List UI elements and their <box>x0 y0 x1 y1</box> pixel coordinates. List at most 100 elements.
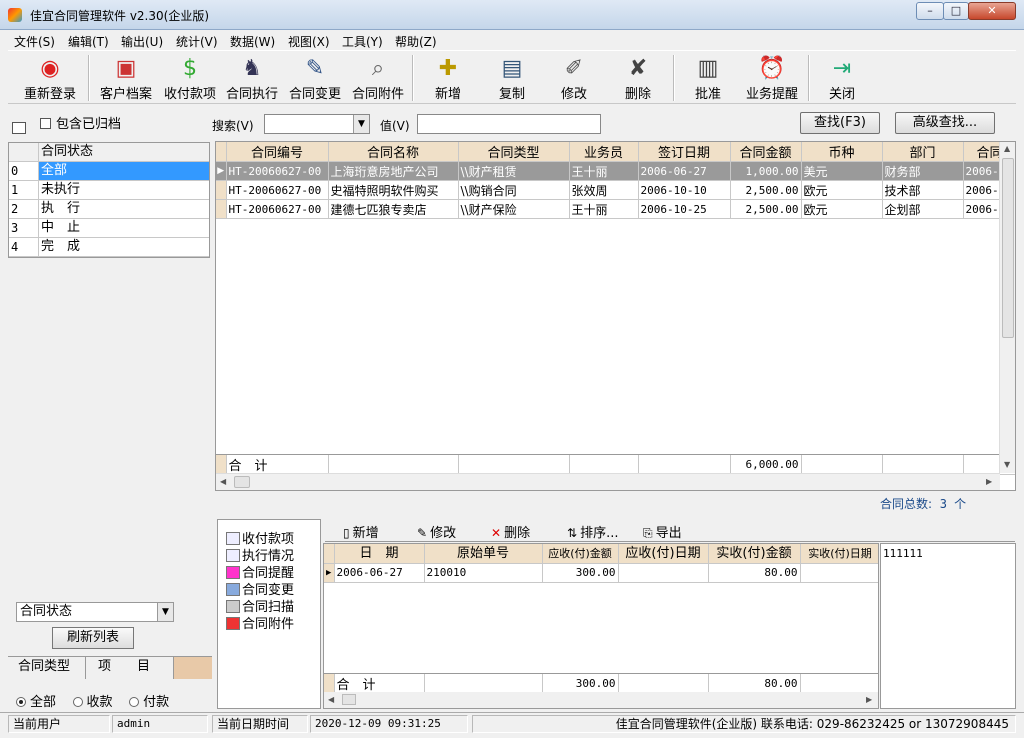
delete-button[interactable]: ✘ 删除 <box>610 51 666 105</box>
detail-sort-button[interactable]: ⇅ 排序... <box>567 522 618 541</box>
menu-stats[interactable]: 统计(V) <box>176 33 218 50</box>
column-header[interactable]: 原始单号 <box>424 544 543 564</box>
column-header[interactable]: 合同名称 <box>328 142 459 162</box>
table-row[interactable]: HT-20060627-00 建德七匹狼专卖店 \\财产保险 王十丽 2006-… <box>216 199 1015 219</box>
status-row[interactable]: 2 执 行 <box>9 200 209 219</box>
column-header[interactable]: 业务员 <box>569 142 639 162</box>
delete-icon: ✘ <box>628 56 648 81</box>
export-icon: ⎘ <box>643 526 653 540</box>
detail-toolbar: ▯ 新增 ✎ 修改 ✕ 删除 ⇅ 排序... ⎘ 导出 <box>325 518 1015 542</box>
detail-edit-button[interactable]: ✎ 修改 <box>417 522 456 541</box>
detail-delete-button[interactable]: ✕ 删除 <box>491 522 530 541</box>
menu-view[interactable]: 视图(X) <box>288 33 330 50</box>
column-header[interactable]: 应收(付)日期 <box>618 544 709 564</box>
column-header[interactable]: 合同类型 <box>458 142 570 162</box>
column-header[interactable]: 应收(付)金额 <box>542 544 619 564</box>
change-button[interactable]: ✎ 合同变更 <box>284 51 346 105</box>
total-due: 300.00 <box>542 674 619 694</box>
scroll-thumb[interactable] <box>342 694 356 705</box>
copy-button[interactable]: ▤ 复制 <box>484 51 540 105</box>
status-row[interactable]: 4 完 成 <box>9 238 209 257</box>
status-bar: 当前用户 admin 当前日期时间 2020-12-09 09:31:25 佳宜… <box>0 712 1024 738</box>
menu-output[interactable]: 输出(U) <box>121 33 163 50</box>
table-row[interactable]: ▶ HT-20060627-00 上海珩意房地产公司 \\财产租赁 王十丽 20… <box>216 161 1015 181</box>
copy-icon: ▤ <box>501 56 523 81</box>
edit-button[interactable]: ✐ 修改 <box>546 51 602 105</box>
scroll-right-icon[interactable]: ▶ <box>986 477 992 486</box>
menu-edit[interactable]: 编辑(T) <box>68 33 109 50</box>
find-button[interactable]: 查找(F3) <box>800 112 880 134</box>
detail-export-button[interactable]: ⎘ 导出 <box>643 522 682 541</box>
attachment-button[interactable]: ⌕ 合同附件 <box>348 51 408 105</box>
grid-settings-icon[interactable] <box>12 122 26 134</box>
row-pointer-icon: ▶ <box>216 161 227 181</box>
close-button[interactable]: ✕ <box>968 2 1016 20</box>
column-header[interactable]: 日 期 <box>334 544 425 564</box>
attachment-icon: ⌕ <box>371 56 385 81</box>
status-row[interactable]: 1 未执行 <box>9 181 209 200</box>
chevron-down-icon[interactable]: ▼ <box>353 115 369 133</box>
status-combo[interactable]: 合同状态 ▼ <box>16 602 174 622</box>
contract-count: 合同总数: 3 个 <box>880 497 967 511</box>
nav-attachment[interactable]: 合同附件 <box>226 613 294 632</box>
tab-contract-type[interactable]: 合同类型 <box>8 657 86 679</box>
approve-button[interactable]: ▥ 批准 <box>680 51 736 105</box>
edit-icon: ✎ <box>417 526 428 540</box>
change-icon: ✎ <box>305 56 325 81</box>
scroll-right-icon[interactable]: ▶ <box>866 695 872 704</box>
execute-button[interactable]: ♞ 合同执行 <box>222 51 282 105</box>
tab-project[interactable]: 项 目 <box>86 657 174 679</box>
memo-box[interactable]: 111111 <box>880 543 1016 709</box>
horizontal-scrollbar[interactable]: ◀ ▶ <box>216 473 1000 490</box>
attachment-icon <box>226 617 240 630</box>
add-button[interactable]: ✚ 新增 <box>420 51 476 105</box>
menu-file[interactable]: 文件(S) <box>14 33 55 50</box>
column-header[interactable]: 部门 <box>882 142 964 162</box>
table-row[interactable]: ▶ 2006-06-27 210010 300.00 80.00 <box>324 563 878 583</box>
scroll-down-icon[interactable]: ▼ <box>1004 460 1010 469</box>
relogin-button[interactable]: ◉ 重新登录 <box>18 51 82 105</box>
search-row: 搜索(V) ▼ 值(V) 查找(F3) 高级查找... <box>210 112 1016 138</box>
table-row[interactable]: HT-20060627-00 史福特照明软件购买 \\购销合同 张效周 2006… <box>216 180 1015 200</box>
status-row[interactable]: 3 中 止 <box>9 219 209 238</box>
contracts-header-row: 合同编号 合同名称 合同类型 业务员 签订日期 合同金额 币种 部门 合同 <box>216 142 1015 162</box>
search-value-input[interactable] <box>417 114 601 134</box>
maximize-button[interactable]: □ <box>943 2 969 20</box>
search-field-select[interactable]: ▼ <box>264 114 370 134</box>
scroll-thumb[interactable] <box>234 476 250 488</box>
column-header[interactable]: 实收(付)金额 <box>708 544 801 564</box>
menu-data[interactable]: 数据(W) <box>230 33 275 50</box>
scroll-thumb[interactable] <box>1002 158 1014 338</box>
detail-add-button[interactable]: ▯ 新增 <box>343 522 379 541</box>
scroll-up-icon[interactable]: ▲ <box>1004 144 1010 153</box>
column-header[interactable]: 合同金额 <box>730 142 802 162</box>
radio-pay[interactable]: 付款 <box>129 695 169 710</box>
exit-button[interactable]: ⇥ 关闭 <box>814 51 870 105</box>
status-row[interactable]: 0 全部 <box>9 162 209 181</box>
radio-receive[interactable]: 收款 <box>72 695 113 710</box>
scroll-left-icon[interactable]: ◀ <box>328 695 334 704</box>
toolbar-separator <box>412 55 414 101</box>
include-archived-checkbox[interactable]: 包含已归档 <box>40 113 121 132</box>
column-header[interactable]: 合同编号 <box>226 142 329 162</box>
column-header[interactable]: 实收(付)日期 <box>800 544 878 564</box>
refresh-list-button[interactable]: 刷新列表 <box>52 627 134 649</box>
chevron-down-icon[interactable]: ▼ <box>157 603 173 621</box>
payment-button[interactable]: $ 收付款项 <box>158 51 222 105</box>
advanced-find-button[interactable]: 高级查找... <box>895 112 995 134</box>
radio-all[interactable]: 全部 <box>16 695 56 710</box>
vertical-scrollbar[interactable]: ▲ ▼ <box>999 142 1015 473</box>
minimize-button[interactable]: – <box>916 2 944 20</box>
reminder-button[interactable]: ⏰ 业务提醒 <box>740 51 804 105</box>
total-label: 合 计 <box>226 455 329 475</box>
column-header[interactable]: 币种 <box>801 142 883 162</box>
horizontal-scrollbar[interactable]: ◀ ▶ <box>324 692 878 708</box>
scroll-left-icon[interactable]: ◀ <box>220 477 226 486</box>
customer-button[interactable]: ▣ 客户档案 <box>94 51 158 105</box>
current-user: admin <box>112 715 208 733</box>
menu-tools[interactable]: 工具(Y) <box>342 33 383 50</box>
login-icon: ◉ <box>40 56 60 81</box>
payments-total-row: 合 计 300.00 80.00 <box>324 673 878 694</box>
menu-help[interactable]: 帮助(Z) <box>395 33 437 50</box>
column-header[interactable]: 签订日期 <box>638 142 731 162</box>
